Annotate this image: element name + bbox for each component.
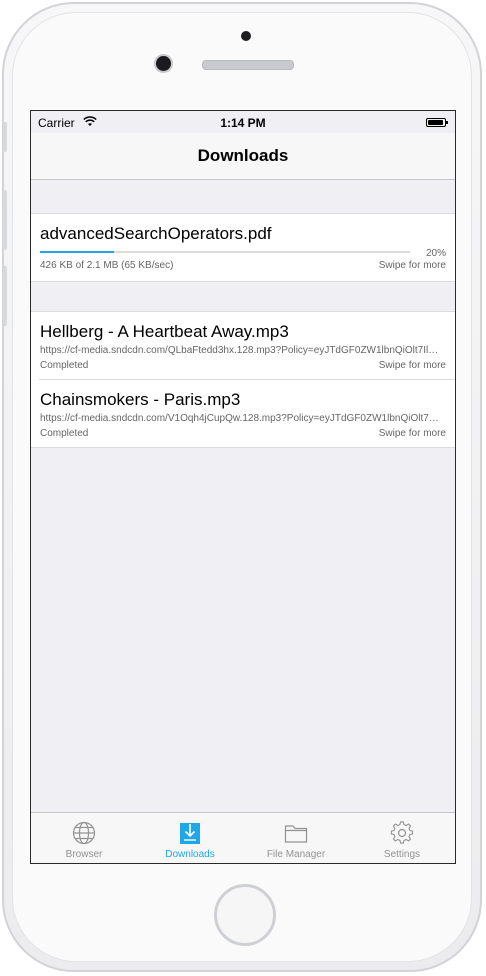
- tab-file-manager[interactable]: File Manager: [243, 813, 349, 863]
- front-camera: [156, 56, 171, 71]
- tab-bar: Browser Downloads File Manager Settings: [31, 812, 455, 863]
- volume-down-button: [3, 266, 7, 326]
- globe-icon: [72, 821, 96, 845]
- active-downloads-section: advancedSearchOperators.pdf 20% 426 KB o…: [31, 213, 455, 282]
- proximity-sensor: [241, 31, 251, 41]
- mute-switch: [3, 122, 7, 152]
- swipe-hint: Swipe for more: [378, 428, 446, 439]
- earpiece-speaker: [202, 60, 294, 70]
- gear-icon: [390, 821, 414, 845]
- tab-label: File Manager: [266, 849, 326, 860]
- tab-settings[interactable]: Settings: [349, 813, 455, 863]
- tab-label: Downloads: [165, 849, 215, 860]
- download-progress-bar: [40, 251, 410, 253]
- completed-row[interactable]: Chainsmokers - Paris.mp3 https://cf-medi…: [39, 379, 455, 447]
- completed-status: Completed: [40, 360, 89, 371]
- completed-file-name: Hellberg - A Heartbeat Away.mp3: [40, 322, 289, 341]
- clock: 1:14 PM: [220, 116, 266, 130]
- download-size-text: 426 KB of 2.1 MB (65 KB/sec): [40, 260, 174, 271]
- download-progress-fill: [40, 251, 114, 253]
- completed-status: Completed: [40, 428, 89, 439]
- status-bar: Carrier 1:14 PM: [31, 111, 455, 133]
- tab-label: Browser: [65, 849, 103, 860]
- completed-file-name: Chainsmokers - Paris.mp3: [40, 390, 241, 409]
- volume-up-button: [3, 190, 7, 250]
- folder-icon: [284, 821, 308, 845]
- tab-browser[interactable]: Browser: [31, 813, 137, 863]
- download-file-name: advancedSearchOperators.pdf: [40, 224, 272, 243]
- home-button[interactable]: [214, 884, 276, 946]
- download-icon: [178, 821, 202, 845]
- completed-file-url: https://cf-media.sndcdn.com/QLbaFtedd3hx…: [40, 345, 440, 356]
- screen: Carrier 1:14 PM Downloads advancedSearch…: [30, 110, 456, 864]
- swipe-hint: Swipe for more: [378, 260, 446, 271]
- battery-icon: [426, 118, 448, 127]
- completed-file-url: https://cf-media.sndcdn.com/V1Oqh4jCupQw…: [40, 413, 440, 424]
- completed-row[interactable]: Hellberg - A Heartbeat Away.mp3 https://…: [31, 312, 455, 379]
- navigation-bar: Downloads: [31, 133, 455, 180]
- tab-label: Settings: [383, 849, 421, 860]
- completed-downloads-section: Hellberg - A Heartbeat Away.mp3 https://…: [31, 311, 455, 448]
- download-row[interactable]: advancedSearchOperators.pdf 20% 426 KB o…: [31, 214, 455, 281]
- tab-downloads[interactable]: Downloads: [137, 813, 243, 863]
- download-percent: 20%: [425, 248, 446, 259]
- page-title: Downloads: [197, 146, 289, 165]
- swipe-hint: Swipe for more: [378, 360, 446, 371]
